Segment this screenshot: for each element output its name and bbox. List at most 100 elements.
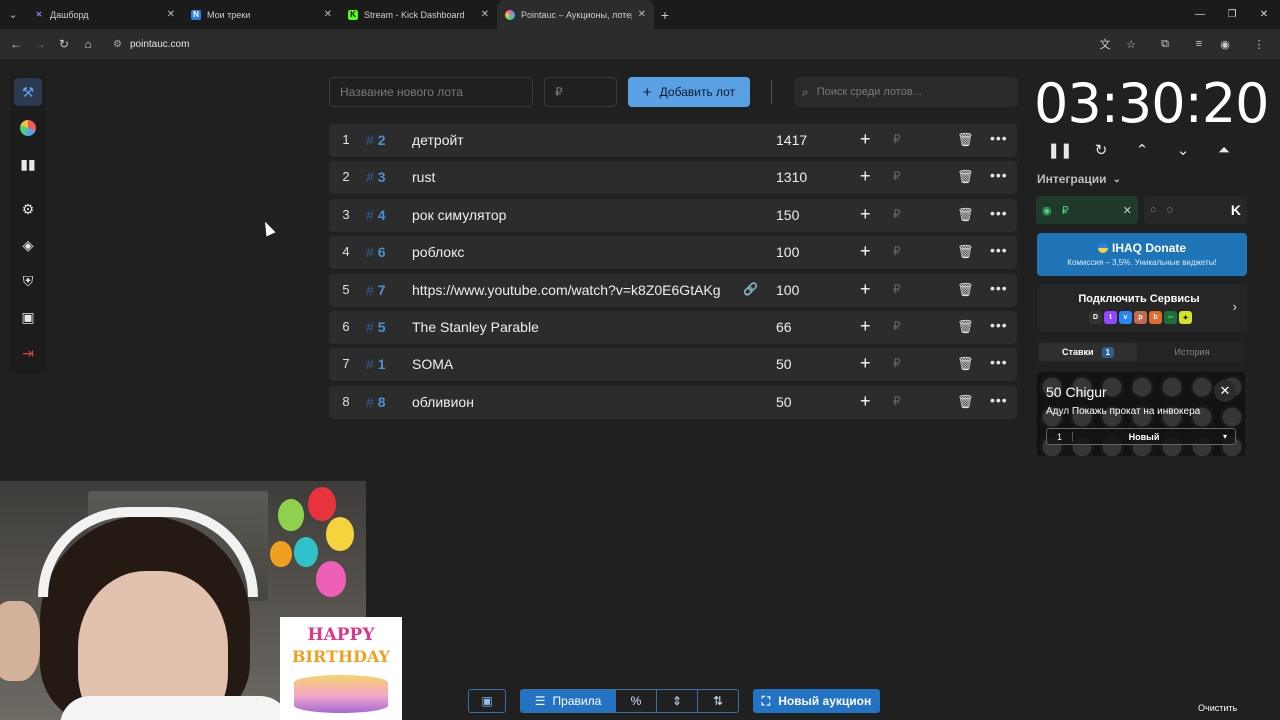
delete-lot-icon[interactable]: 🗑 (957, 282, 974, 298)
tab-history[interactable]: История (1139, 341, 1245, 363)
tab-bets[interactable]: Ставки 1 (1039, 343, 1137, 361)
lot-search-input[interactable] (816, 86, 1007, 98)
link-icon[interactable]: 🔗 (743, 282, 758, 296)
connect-services-button[interactable]: Подключить Сервисы D t v p b ∞ ✦ › (1037, 284, 1247, 332)
lot-name[interactable]: рок симулятор (412, 207, 727, 223)
media-control-icon[interactable]: ≡ (1188, 33, 1210, 55)
lot-add-input[interactable]: ₽ (893, 132, 901, 146)
add-amount-icon[interactable]: + (860, 242, 874, 260)
lot-add-input[interactable]: ₽ (893, 207, 901, 221)
sidebar-auction-icon[interactable]: ⚒ (14, 78, 42, 106)
integration-card-donatepay[interactable]: ◉ ₽ ✕ (1036, 196, 1138, 224)
double-chevron-up-icon[interactable]: ⏶ (1210, 139, 1238, 161)
lot-name[interactable]: rust (412, 169, 727, 185)
site-info-icon[interactable]: ⚙ (113, 39, 122, 50)
pause-icon[interactable]: ❚❚ (1046, 139, 1074, 161)
close-tab-icon[interactable]: ✕ (167, 9, 175, 20)
delete-lot-icon[interactable]: 🗑 (957, 319, 974, 335)
integration-card-kick[interactable]: ○ ◌ K (1144, 196, 1247, 224)
home-icon[interactable]: ⌂ (76, 32, 100, 56)
new-tab-icon[interactable]: + (654, 7, 676, 23)
lot-name[interactable]: The Stanley Parable (412, 319, 727, 335)
lot-add-input[interactable]: ₽ (893, 169, 901, 183)
more-options-icon[interactable]: ••• (990, 392, 1008, 408)
split-icon[interactable]: ⇕ (656, 690, 697, 712)
sidebar-settings-icon[interactable]: ⚙ (14, 195, 42, 223)
integrations-toggle[interactable]: Интеграции ⌄ (1037, 172, 1121, 186)
save-icon[interactable]: ▣ (468, 689, 506, 713)
more-options-icon[interactable]: ••• (990, 280, 1008, 296)
bookmark-star-icon[interactable]: ☆ (1120, 33, 1142, 55)
lot-name[interactable]: SOMA (412, 356, 727, 372)
lot-add-input[interactable]: ₽ (893, 319, 901, 333)
more-options-icon[interactable]: ••• (990, 242, 1008, 258)
add-amount-icon[interactable]: + (860, 205, 874, 223)
lot-add-input[interactable]: ₽ (893, 394, 901, 408)
sidebar-wheel-icon[interactable] (14, 114, 42, 142)
more-options-icon[interactable]: ••• (990, 130, 1008, 146)
radio-off-icon[interactable]: ○ (1150, 204, 1157, 216)
browser-tab-pointauc[interactable]: Pointauc – Аукционы, лотереи ✕ (497, 0, 654, 29)
lot-add-input[interactable]: ₽ (893, 244, 901, 258)
ihaq-donate-banner[interactable]: IHAQ Donate Комиссия – 3,5%. Уникальные … (1037, 233, 1247, 276)
lot-name[interactable]: обливион (412, 394, 727, 410)
browser-menu-icon[interactable]: ⋮ (1248, 33, 1270, 55)
back-icon[interactable]: ← (4, 32, 28, 56)
add-amount-icon[interactable]: + (860, 167, 874, 185)
more-options-icon[interactable]: ••• (990, 354, 1008, 370)
profile-avatar-icon[interactable]: ◉ (1214, 33, 1236, 55)
delete-lot-icon[interactable]: 🗑 (957, 394, 974, 410)
new-lot-amount-input[interactable] (544, 77, 617, 107)
close-bet-icon[interactable]: ✕ (1214, 380, 1236, 402)
lot-add-input[interactable]: ₽ (893, 356, 901, 370)
add-amount-icon[interactable]: + (860, 317, 874, 335)
close-tab-icon[interactable]: ✕ (638, 9, 646, 20)
browser-tab-my-tracks[interactable]: N Мои треки ✕ (183, 0, 340, 29)
clear-button[interactable]: Очистить (1198, 703, 1237, 713)
percent-button[interactable]: % (615, 690, 656, 712)
more-options-icon[interactable]: ••• (990, 167, 1008, 183)
close-tab-icon[interactable]: ✕ (324, 9, 332, 20)
delete-lot-icon[interactable]: 🗑 (957, 132, 974, 148)
delete-lot-icon[interactable]: 🗑 (957, 356, 974, 372)
lot-name[interactable]: https://www.youtube.com/watch?v=k8Z0E6Gt… (412, 282, 727, 298)
lot-add-input[interactable]: ₽ (893, 282, 901, 296)
translate-icon[interactable]: 文 (1094, 33, 1116, 55)
delete-lot-icon[interactable]: 🗑 (957, 244, 974, 260)
rules-button[interactable]: ☰ Правила (521, 690, 615, 712)
browser-tab-kick[interactable]: K Stream - Kick Dashboard ✕ (340, 0, 497, 29)
bet-lot-select[interactable]: 1 Новый ▾ (1046, 428, 1236, 445)
delete-lot-icon[interactable]: 🗑 (957, 207, 974, 223)
reset-timer-icon[interactable]: ↻ (1087, 139, 1115, 161)
add-amount-icon[interactable]: + (860, 354, 874, 372)
radio-on-icon[interactable]: ◉ (1042, 204, 1052, 217)
delete-lot-icon[interactable]: 🗑 (957, 169, 974, 185)
browser-tab-dashboard[interactable]: ✕ Дашборд ✕ (26, 0, 183, 29)
new-auction-button[interactable]: ⛶ Новый аукцион (753, 689, 880, 713)
sidebar-layers-icon[interactable]: ◈ (14, 231, 42, 259)
sidebar-logout-icon[interactable]: ⇥ (14, 339, 42, 367)
forward-icon[interactable]: → (28, 32, 52, 56)
restore-icon[interactable]: ❐ (1216, 0, 1248, 29)
sidebar-video-icon[interactable]: ▣ (14, 303, 42, 331)
close-tab-icon[interactable]: ✕ (481, 9, 489, 20)
more-options-icon[interactable]: ••• (990, 317, 1008, 333)
address-bar[interactable]: ⚙ pointauc.com (103, 32, 1163, 56)
new-lot-name-input[interactable] (329, 77, 533, 107)
close-window-icon[interactable]: ✕ (1248, 0, 1280, 29)
more-options-icon[interactable]: ••• (990, 205, 1008, 221)
add-amount-icon[interactable]: + (860, 392, 874, 410)
lot-name[interactable]: детройт (412, 132, 727, 148)
extensions-icon[interactable]: ⧉ (1154, 33, 1176, 55)
reload-icon[interactable]: ↻ (52, 32, 76, 56)
add-lot-button[interactable]: + Добавить лот (628, 77, 750, 107)
lot-name[interactable]: роблокс (412, 244, 727, 260)
minimize-icon[interactable]: — (1184, 0, 1216, 29)
tab-search-menu-icon[interactable]: ⌄ (0, 0, 26, 29)
add-amount-icon[interactable]: + (860, 130, 874, 148)
chevron-up-icon[interactable]: ⌃ (1128, 139, 1156, 161)
sidebar-shield-icon[interactable]: ⛨ (14, 267, 42, 295)
sort-icon[interactable]: ⇅ (697, 690, 738, 712)
add-amount-icon[interactable]: + (860, 280, 874, 298)
chevron-down-icon[interactable]: ⌄ (1169, 139, 1197, 161)
